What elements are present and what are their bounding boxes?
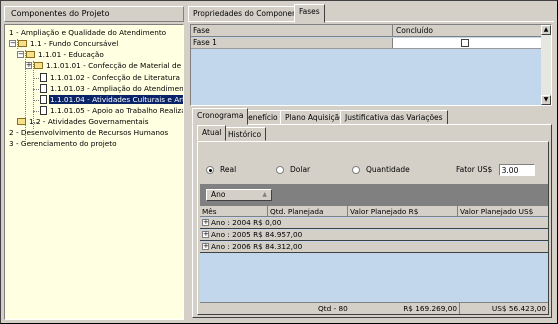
tree-node-label: 1 - Ampliação e Qualidade do Atendimento bbox=[9, 28, 167, 37]
collapse-icon[interactable]: − bbox=[17, 50, 24, 58]
document-icon bbox=[40, 105, 47, 115]
fator-input[interactable] bbox=[498, 164, 535, 176]
column-header[interactable]: Fase bbox=[191, 25, 393, 36]
tree-node[interactable]: − 1.1 - Fundo Concursável bbox=[9, 38, 119, 49]
table-row[interactable]: Fase 1 bbox=[191, 38, 541, 49]
tree-line bbox=[33, 78, 39, 79]
folder-icon bbox=[34, 61, 43, 69]
tree-node-label: 2 - Desenvolvimento de Recursos Humanos bbox=[9, 128, 169, 137]
tab-schedule[interactable]: Cronograma bbox=[192, 108, 249, 125]
component-properties-panel: Propriedades do Componente Fases Fase Co… bbox=[188, 4, 554, 320]
column-header[interactable]: Mês bbox=[200, 206, 268, 217]
tab-current[interactable]: Atual bbox=[197, 125, 227, 141]
tree-node-label: 1.2 - Atividades Governamentais bbox=[29, 117, 149, 126]
radio-icon bbox=[352, 166, 360, 174]
radio-selected-icon bbox=[206, 166, 214, 174]
radio-real[interactable]: Real bbox=[206, 165, 236, 174]
tree-line bbox=[33, 89, 39, 90]
fator-label: Fator US$ bbox=[456, 165, 493, 174]
tree-node-label: 1.1 - Fundo Concursável bbox=[30, 39, 119, 48]
column-header[interactable]: Concluído bbox=[394, 25, 433, 36]
tree-node-label: 1.1.01.03 - Ampliação do Atendimento en bbox=[50, 84, 184, 93]
group-by-label: Ano bbox=[211, 190, 226, 199]
tree-node-label: 1.1.01.01 - Confecção de Material de Bai… bbox=[46, 61, 184, 70]
radio-quantidade[interactable]: Quantidade bbox=[352, 165, 410, 174]
phases-grid: Fase Concluído Fase 1 ▲ ▼ bbox=[190, 24, 552, 106]
project-components-panel: Componentes do Projeto 1 - Ampliação e Q… bbox=[4, 6, 184, 320]
panel-header: Componentes do Projeto bbox=[4, 6, 184, 22]
tree-node[interactable]: 1 - Ampliação e Qualidade do Atendimento bbox=[8, 27, 167, 38]
radio-icon bbox=[276, 166, 284, 174]
phases-grid-header: Fase Concluído bbox=[191, 25, 551, 37]
completed-checkbox[interactable] bbox=[461, 39, 469, 47]
total-usd: US$ 56.423,00 bbox=[491, 304, 546, 313]
year-group-label: Ano : 2004 R$ 0,00 bbox=[211, 218, 282, 227]
tree-node-label: 3 - Gerenciamento do projeto bbox=[9, 139, 117, 148]
folder-open-icon bbox=[26, 50, 35, 58]
group-by-chip[interactable]: Ano ▲ bbox=[206, 189, 272, 201]
tree-node-selected[interactable]: 1.1.01.04 - Atividades Culturais e Artís… bbox=[40, 94, 183, 105]
radio-label: Quantidade bbox=[366, 165, 410, 174]
tree-node[interactable]: 1.1.01.03 - Ampliação do Atendimento en bbox=[40, 83, 184, 94]
expand-icon[interactable]: + bbox=[202, 218, 209, 226]
schedule-content: Atual Histórico Real Dolar Quantidade Fa… bbox=[192, 124, 552, 318]
tree-node-label: 1.1.01.05 - Apoio ao Trabalho Realizado … bbox=[50, 106, 183, 115]
tree-line bbox=[33, 100, 39, 101]
tree-node[interactable]: 1.2 - Atividades Governamentais bbox=[17, 116, 150, 127]
tree-node[interactable]: +1.1.01.01 - Confecção de Material de Ba… bbox=[25, 60, 184, 71]
group-by-bar: Ano ▲ bbox=[200, 184, 548, 206]
tree-node-label: 1.1.01 - Educação bbox=[38, 50, 104, 59]
column-header[interactable]: Valor Planejado US$ bbox=[458, 206, 533, 217]
vertical-scrollbar[interactable]: ▲ ▼ bbox=[541, 25, 551, 105]
collapse-icon[interactable]: − bbox=[9, 39, 16, 47]
tree-node[interactable]: − 1.1.01 - Educação bbox=[17, 49, 105, 60]
folder-icon bbox=[17, 117, 26, 125]
tab-phases[interactable]: Fases bbox=[294, 4, 325, 23]
top-tab-strip: Propriedades do Componente Fases bbox=[188, 4, 554, 23]
schedule-grid-header: Mês Qtd. Planejada Valor Planejado R$ Va… bbox=[200, 206, 548, 217]
components-tree[interactable]: 1 - Ampliação e Qualidade do Atendimento… bbox=[4, 24, 184, 320]
tree-node[interactable]: 1.1.01.02 - Confecção de Literatura Infa… bbox=[40, 72, 183, 83]
tree-node[interactable]: 3 - Gerenciamento do projeto bbox=[8, 138, 118, 149]
scroll-down-icon[interactable]: ▼ bbox=[541, 95, 551, 105]
year-group-label: Ano : 2005 R$ 84.957,00 bbox=[211, 230, 303, 239]
tree-node[interactable]: 2 - Desenvolvimento de Recursos Humanos bbox=[8, 127, 169, 138]
scroll-up-icon[interactable]: ▲ bbox=[541, 25, 551, 35]
year-group-row[interactable]: + Ano : 2005 R$ 84.957,00 bbox=[200, 230, 548, 241]
tab-variance-justification[interactable]: Justificativa das Variações bbox=[340, 110, 448, 125]
schedule-grid: Mês Qtd. Planejada Valor Planejado R$ Va… bbox=[200, 206, 548, 314]
totals-footer: Qtd - 80 R$ 169.269,00 US$ 56.423,00 bbox=[200, 302, 548, 314]
year-group-row[interactable]: + Ano : 2004 R$ 0,00 bbox=[200, 218, 548, 229]
tree-node-label: 1.1.01.04 - Atividades Culturais e Artís… bbox=[49, 95, 183, 104]
tab-acquisition-plan[interactable]: Plano Aquisição bbox=[280, 110, 349, 125]
radio-label: Real bbox=[220, 165, 237, 174]
tree-node[interactable]: 1.1.01.05 - Apoio ao Trabalho Realizado … bbox=[40, 105, 183, 116]
exchange-factor: Fator US$ bbox=[456, 164, 535, 176]
total-quantity: Qtd - 80 bbox=[318, 304, 348, 313]
column-header[interactable]: Qtd. Planejada bbox=[268, 206, 348, 217]
document-icon bbox=[40, 72, 47, 82]
document-icon bbox=[40, 83, 47, 93]
section-tab-strip: Cronograma Benefício Plano Aquisição Jus… bbox=[192, 108, 554, 125]
phase-cell: Fase 1 bbox=[191, 38, 393, 48]
sort-arrow-icon: ▲ bbox=[262, 191, 267, 198]
expand-icon[interactable]: + bbox=[202, 230, 209, 238]
year-group-row[interactable]: + Ano : 2006 R$ 84.312,00 bbox=[200, 242, 548, 253]
total-brl: R$ 169.269,00 bbox=[378, 303, 460, 314]
tree-node-label: 1.1.01.02 - Confecção de Literatura Infa… bbox=[50, 73, 183, 82]
document-icon bbox=[40, 94, 47, 104]
tab-history[interactable]: Histórico bbox=[223, 127, 267, 141]
year-group-label: Ano : 2006 R$ 84.312,00 bbox=[211, 242, 303, 251]
column-header[interactable]: Valor Planejado R$ bbox=[348, 206, 458, 217]
tab-component-properties[interactable]: Propriedades do Componente bbox=[188, 6, 310, 21]
radio-label: Dolar bbox=[290, 165, 311, 174]
expand-icon[interactable]: + bbox=[25, 61, 32, 69]
tree-line bbox=[33, 111, 39, 112]
current-schedule-panel: Real Dolar Quantidade Fator US$ Ano ▲ bbox=[197, 141, 549, 315]
radio-dolar[interactable]: Dolar bbox=[276, 165, 310, 174]
expand-icon[interactable]: + bbox=[202, 242, 209, 250]
folder-open-icon bbox=[18, 39, 27, 47]
